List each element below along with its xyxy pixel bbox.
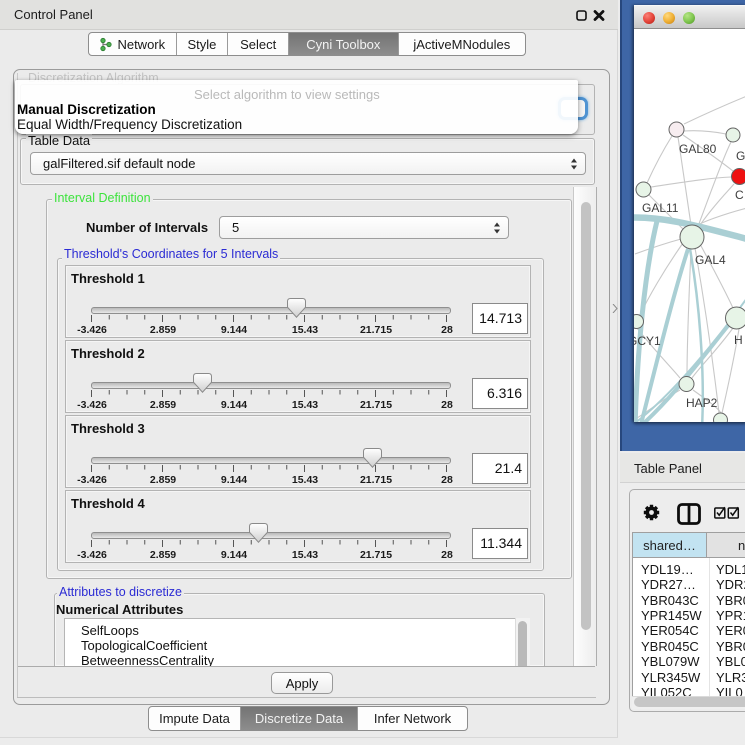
svg-text:C…: C… bbox=[735, 188, 745, 202]
svg-text:HAP2: HAP2 bbox=[686, 396, 718, 410]
svg-text:GAL11: GAL11 bbox=[642, 201, 679, 215]
svg-text:H: H bbox=[734, 333, 743, 347]
svg-text:GCY1: GCY1 bbox=[634, 334, 661, 348]
svg-text:GAL4: GAL4 bbox=[695, 253, 726, 267]
svg-text:G…: G… bbox=[736, 149, 745, 163]
svg-text:GAL80: GAL80 bbox=[679, 142, 717, 156]
